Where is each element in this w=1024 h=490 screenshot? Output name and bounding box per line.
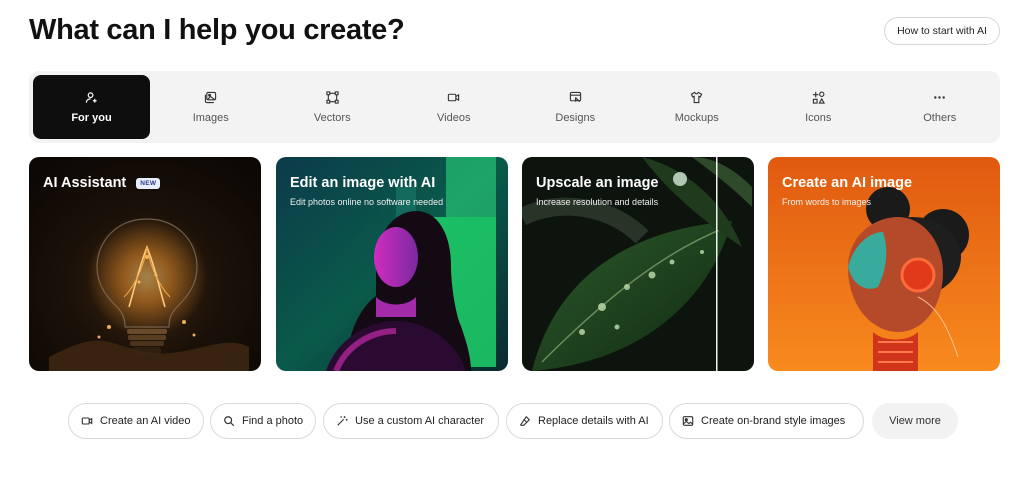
tab-label: Mockups [674, 112, 719, 124]
chip-replace-details[interactable]: Replace details with AI [506, 403, 663, 439]
search-icon [222, 415, 235, 428]
images-icon [204, 90, 218, 104]
card-title: AI Assistant NEW [43, 175, 161, 191]
view-more-button[interactable]: View more [872, 403, 958, 439]
tab-label: Icons [805, 112, 832, 124]
card-subtitle: Increase resolution and details [536, 197, 659, 207]
tab-mockups[interactable]: Mockups [636, 75, 758, 139]
tab-label: Videos [437, 112, 471, 124]
tab-label: Designs [555, 112, 596, 124]
card-ai-assistant[interactable]: AI Assistant NEW [29, 157, 261, 371]
tab-for-you[interactable]: For you [33, 75, 150, 139]
tab-label: For you [71, 112, 112, 124]
category-tab-bar: For you Images Vectors Videos Designs Mo… [29, 71, 1000, 143]
tab-images[interactable]: Images [150, 75, 272, 139]
image-style-icon [681, 415, 694, 428]
chip-custom-ai-character[interactable]: Use a custom AI character [323, 403, 499, 439]
card-upscale-image[interactable]: Upscale an image Increase resolution and… [522, 157, 754, 371]
chip-find-photo[interactable]: Find a photo [210, 403, 316, 439]
card-create-ai-image[interactable]: Create an AI image From words to images [768, 157, 1000, 371]
chip-label: Create on-brand style images [701, 415, 846, 427]
person-sparkle-icon [85, 90, 99, 104]
chip-on-brand-style[interactable]: Create on-brand style images [669, 403, 864, 439]
page-title: What can I help you create? [29, 14, 405, 46]
video-camera-icon [447, 90, 461, 104]
card-edit-image[interactable]: Edit an image with AI Edit photos online… [276, 157, 508, 371]
tab-label: Others [923, 112, 957, 124]
chip-label: Replace details with AI [538, 415, 649, 427]
card-subtitle: Edit photos online no software needed [290, 197, 444, 207]
video-camera-icon [80, 415, 93, 428]
design-editor-icon [568, 90, 582, 104]
new-badge: NEW [136, 177, 161, 189]
vector-nodes-icon [325, 90, 339, 104]
how-to-start-button[interactable]: How to start with AI [884, 17, 1000, 45]
tab-videos[interactable]: Videos [393, 75, 515, 139]
chip-label: View more [889, 415, 941, 427]
card-title: Edit an image with AI [290, 175, 436, 191]
tab-others[interactable]: Others [879, 75, 1001, 139]
chip-create-ai-video[interactable]: Create an AI video [68, 403, 204, 439]
card-title: Create an AI image [782, 175, 913, 191]
magic-wand-icon [335, 415, 348, 428]
more-dots-icon [933, 90, 947, 104]
card-title: Upscale an image [536, 175, 659, 191]
card-title-text: AI Assistant [43, 175, 127, 191]
chip-label: Use a custom AI character [355, 415, 484, 427]
tshirt-icon [690, 90, 704, 104]
tab-vectors[interactable]: Vectors [272, 75, 394, 139]
tab-label: Vectors [313, 112, 351, 124]
chip-label: Find a photo [242, 415, 304, 427]
icon-shapes-icon [811, 90, 825, 104]
tab-label: Images [192, 112, 229, 124]
chip-label: Create an AI video [100, 415, 191, 427]
eraser-icon [518, 415, 531, 428]
card-subtitle: From words to images [782, 197, 872, 207]
tab-icons[interactable]: Icons [758, 75, 880, 139]
tab-designs[interactable]: Designs [515, 75, 637, 139]
